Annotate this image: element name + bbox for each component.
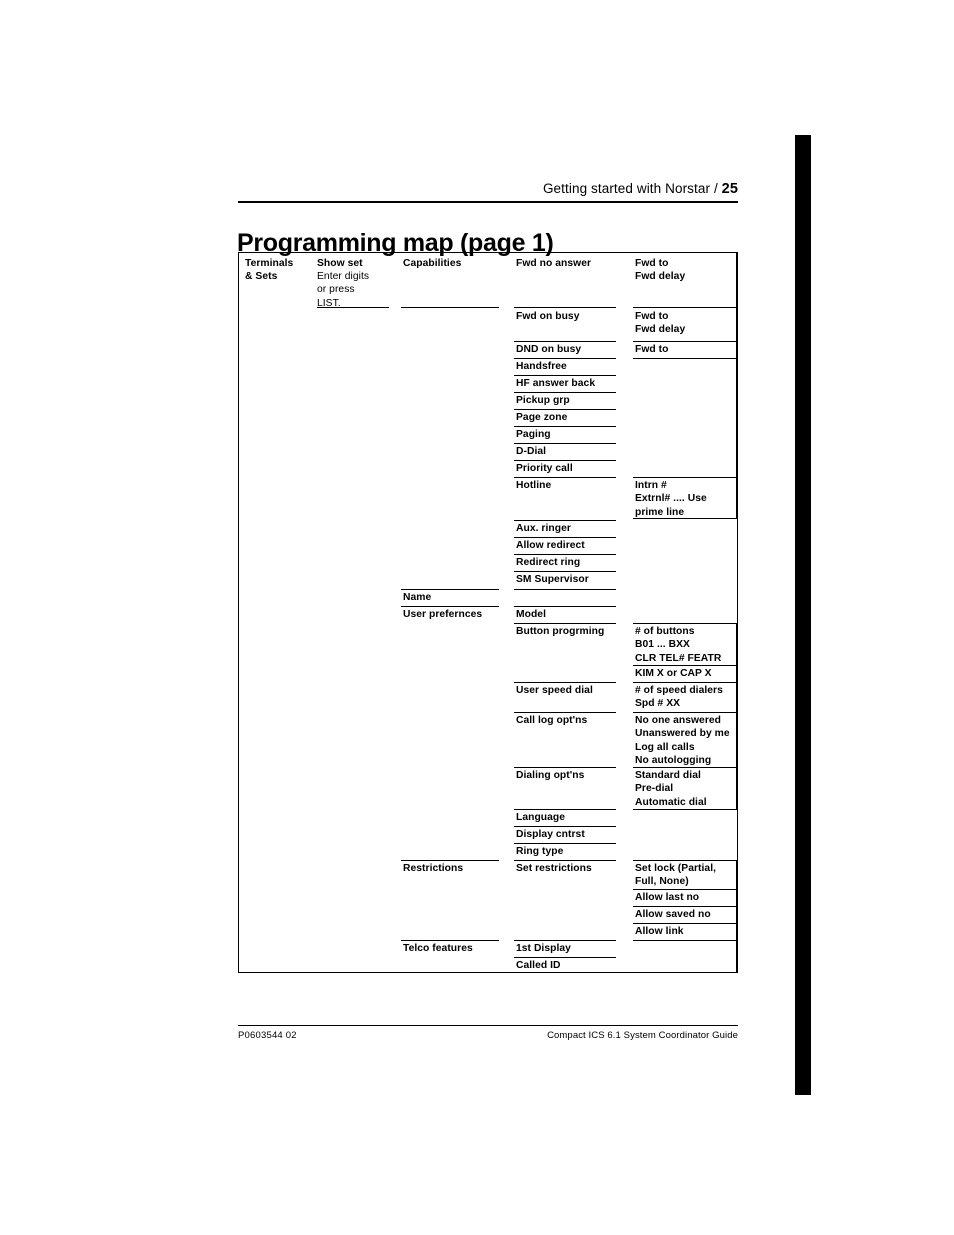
map-col3-item-telco-features: Telco features — [403, 943, 473, 954]
map-col2-heading: Show set — [317, 258, 363, 269]
map-col5-item-kim-cap: KIM X or CAP X — [635, 668, 712, 679]
map-col4-item-allow-redirect: Allow redirect — [516, 540, 585, 551]
map-col4-rule-1 — [514, 307, 616, 309]
map-col4-item-1st-display: 1st Display — [516, 943, 571, 954]
map-col5-rule-1 — [633, 307, 737, 309]
map-col4-item-language: Language — [516, 812, 566, 823]
map-col2-note: Enter digits or press LIST. — [317, 271, 370, 309]
footer-divider-rule — [238, 1025, 738, 1027]
map-col4-item-call-log-options: Call log opt'ns — [516, 715, 588, 726]
map-col5-item-fwd-to: Fwd to — [635, 344, 669, 355]
map-col5-item-allow-link: Allow link — [635, 926, 684, 937]
map-col4-item-hf-answer-back: HF answer back — [516, 378, 596, 389]
map-col4-item-dnd-on-busy: DND on busy — [516, 344, 582, 355]
map-col4-item-button-programming: Button progrming — [516, 626, 605, 637]
running-header: Getting started with Norstar / 25 — [380, 181, 738, 197]
map-col3-item-name: Name — [403, 592, 432, 603]
map-col4-item-dialing-options: Dialing opt'ns — [516, 770, 585, 781]
map-col4-item-model: Model — [516, 609, 546, 620]
map-col4-item-paging: Paging — [516, 429, 551, 440]
map-col5-item-speed-dialers: # of speed dialers Spd # XX — [635, 685, 723, 710]
header-separator: / — [713, 181, 718, 196]
map-col2-rule — [317, 307, 389, 309]
map-col5-block-a-right-border — [736, 253, 738, 519]
programming-map-table: Terminals & Sets Show set Enter digits o… — [238, 252, 738, 973]
map-col4-item-fwd-on-busy: Fwd on busy — [516, 311, 580, 322]
map-col3-item-capabilities: Capabilities — [403, 258, 462, 269]
map-col5-block-c-right-border — [736, 860, 738, 972]
map-col5-rule-11 — [633, 809, 737, 811]
map-col4-item-hotline: Hotline — [516, 480, 552, 491]
header-chapter-title: Getting started with Norstar — [542, 181, 711, 196]
map-col5-item-fwd-to-delay-2: Fwd to Fwd delay — [635, 311, 686, 336]
map-col4-rule-15 — [514, 589, 616, 591]
map-col5-item-call-log-values: No one answered Unanswered by me Log all… — [635, 715, 730, 767]
map-col5-item-allow-last-no: Allow last no — [635, 892, 700, 903]
map-col4-item-user-speed-dial: User speed dial — [516, 685, 593, 696]
map-col5-block-b-right-border — [736, 623, 738, 810]
map-col4-item-ring-type: Ring type — [516, 846, 564, 857]
map-col4-item-redirect-ring: Redirect ring — [516, 557, 581, 568]
header-page-number: 25 — [721, 181, 738, 197]
map-col4-item-pickup-grp: Pickup grp — [516, 395, 570, 406]
map-col5-item-allow-saved-no: Allow saved no — [635, 909, 711, 920]
map-col5-item-set-lock: Set lock (Partial, Full, None) — [635, 863, 717, 888]
map-col4-item-fwd-no-answer: Fwd no answer — [516, 258, 592, 269]
map-col5-rule-16 — [633, 940, 737, 942]
map-col4-item-page-zone: Page zone — [516, 412, 568, 423]
map-col4-item-display-contrast: Display cntrst — [516, 829, 585, 840]
map-col3-item-user-preferences: User prefernces — [403, 609, 483, 620]
footer-document-code: P0603544 02 — [238, 1030, 297, 1041]
map-col3-rule-1 — [401, 307, 499, 309]
map-col4-item-priority-call: Priority call — [516, 463, 573, 474]
map-col5-item-hotline-values: Intrn # Extrnl# .... Use prime line — [635, 480, 707, 518]
map-col4-item-aux-ringer: Aux. ringer — [516, 523, 571, 534]
map-col4-item-sm-supervisor: SM Supervisor — [516, 574, 589, 585]
map-col5-rule-3 — [633, 358, 737, 360]
map-col4-item-set-restrictions: Set restrictions — [516, 863, 592, 874]
map-col5-item-fwd-to-delay-1: Fwd to Fwd delay — [635, 258, 686, 283]
header-divider-rule — [238, 201, 738, 203]
map-col5-item-dialing-values: Standard dial Pre-dial Automatic dial — [635, 770, 707, 808]
map-col1-heading: Terminals & Sets — [245, 258, 294, 283]
map-col5-rule-5 — [633, 518, 737, 520]
map-col3-item-restrictions: Restrictions — [403, 863, 464, 874]
document-page: Getting started with Norstar / 25 Progra… — [0, 0, 954, 1235]
footer-guide-title: Compact ICS 6.1 System Coordinator Guide — [547, 1030, 738, 1041]
map-col4-item-called-id: Called ID — [516, 960, 561, 971]
map-col4-item-handsfree: Handsfree — [516, 361, 567, 372]
map-col5-item-button-values: # of buttons B01 ... BXX CLR TEL# FEATR — [635, 626, 722, 664]
map-col4-item-d-dial: D-Dial — [516, 446, 547, 457]
page-edge-marker-bar — [795, 135, 811, 1095]
